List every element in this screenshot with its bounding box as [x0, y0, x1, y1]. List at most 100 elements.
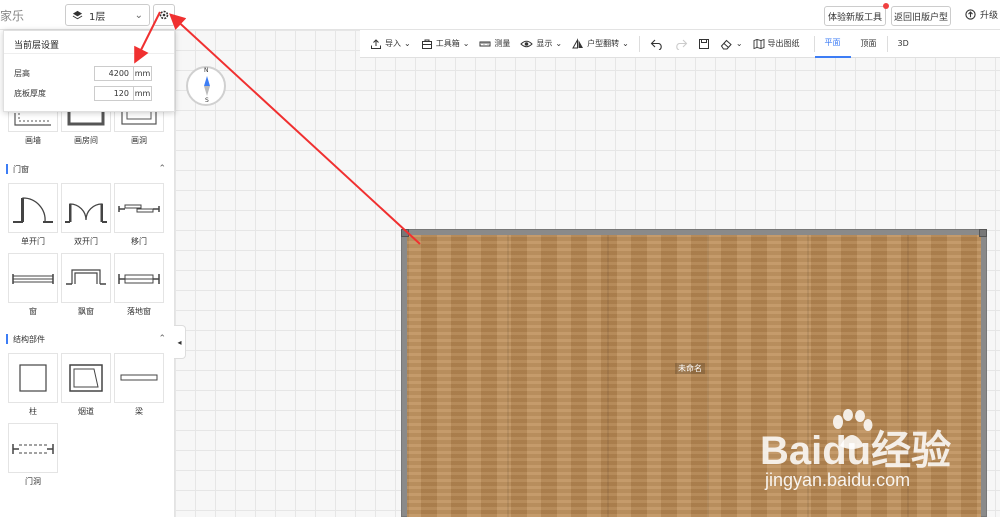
tool-beam[interactable]: 梁 — [113, 353, 165, 421]
tool-bay-window[interactable]: 飘窗 — [60, 253, 112, 321]
chevron-up-icon: ⌃ — [158, 334, 166, 344]
tool-label: 画墙 — [25, 136, 41, 145]
floor-height-input[interactable]: 4200 — [94, 65, 134, 81]
tool-window[interactable]: 窗 — [7, 253, 59, 321]
tool-label: 柱 — [29, 407, 37, 416]
tool-label: 窗 — [29, 307, 37, 316]
tool-label: 烟道 — [78, 407, 94, 416]
tab-plan[interactable]: 平面 — [814, 30, 851, 58]
toolbox-label: 工具箱 — [435, 39, 460, 48]
tool-flue[interactable]: 烟道 — [60, 353, 112, 421]
column-icon — [19, 364, 47, 392]
baidu-watermark: Baidu经验 jingyan.baidu.com — [760, 408, 990, 508]
floor-height-unit: mm — [134, 65, 152, 81]
slab-thickness-label: 底板厚度 — [14, 88, 46, 98]
collapse-panel-button[interactable]: ◂ — [174, 325, 186, 359]
layers-icon — [72, 10, 83, 19]
tool-door-opening[interactable]: 门洞 — [7, 423, 59, 491]
upgrade-button[interactable]: 升级 — [965, 8, 998, 21]
tool-double-door[interactable]: 双开门 — [60, 183, 112, 251]
flip-button[interactable]: 户型翻转 ⌄ — [572, 37, 629, 50]
undo-icon — [650, 39, 662, 50]
measure-icon — [479, 41, 491, 46]
eraser-button[interactable]: ⌄ — [720, 38, 743, 50]
redo-button[interactable] — [674, 38, 688, 50]
chevron-down-icon: ⌄ — [462, 39, 470, 48]
chevron-down-icon: ⌄ — [622, 39, 629, 48]
watermark-sub: jingyan.baidu.com — [765, 470, 911, 490]
flip-icon — [572, 37, 584, 48]
export-drawing-button[interactable]: 导出图纸 — [753, 38, 800, 50]
section-title: 结构部件 — [13, 334, 45, 344]
display-button[interactable]: 显示 ⌄ — [520, 38, 562, 50]
wall-corner-handle[interactable] — [401, 229, 409, 237]
measure-button[interactable]: 测量 — [479, 38, 510, 50]
tool-label: 单开门 — [21, 237, 45, 246]
toolbox-button[interactable]: 工具箱 ⌄ — [421, 38, 470, 50]
tool-label: 移门 — [131, 237, 147, 246]
chevron-down-icon: ⌄ — [735, 39, 743, 48]
sliding-door-icon — [118, 204, 160, 213]
map-icon — [753, 38, 764, 49]
import-label: 导入 — [385, 39, 401, 48]
compass-south: S — [205, 97, 209, 104]
tool-column[interactable]: 柱 — [7, 353, 59, 421]
room-name-label[interactable]: 未命名 — [675, 363, 705, 374]
tool-single-door[interactable]: 单开门 — [7, 183, 59, 251]
redo-icon — [676, 39, 688, 50]
compass[interactable]: N S — [186, 66, 226, 106]
tool-label: 落地窗 — [127, 307, 151, 316]
tool-label: 梁 — [135, 407, 143, 416]
chevron-up-icon: ⌃ — [158, 164, 166, 174]
tab-ceiling[interactable]: 顶面 — [851, 30, 887, 58]
eraser-icon — [720, 39, 732, 49]
gear-icon — [159, 10, 169, 20]
back-old-type-button[interactable]: 返回旧版户型 — [891, 6, 951, 26]
chevron-down-icon: ⌄ — [134, 9, 143, 21]
floor-select[interactable]: 1层 ⌄ — [65, 4, 150, 26]
top-bar: 家乐 1层 ⌄ 体验新版工具 返回旧版户型 升级 — [0, 0, 1000, 30]
save-icon — [698, 38, 709, 49]
slab-thickness-row: 底板厚度 120 mm — [14, 85, 164, 101]
upgrade-arrow-icon — [965, 9, 976, 20]
chevron-down-icon: ⌄ — [555, 39, 563, 48]
undo-button[interactable] — [650, 38, 664, 50]
tool-sliding-door[interactable]: 移门 — [113, 183, 165, 251]
back-old-type-label: 返回旧版户型 — [893, 12, 948, 23]
section-structure[interactable]: 结构部件 ⌃ — [6, 331, 166, 347]
canvas-toolbar: 导入 ⌄ 工具箱 ⌄ 测量 显示 ⌄ 户型翻转 ⌄ ⌄ 导出图纸 平面 顶面 3… — [360, 30, 1000, 58]
beam-icon — [120, 374, 158, 381]
upgrade-label: 升级 — [980, 11, 999, 21]
wall-corner-handle[interactable] — [979, 229, 987, 237]
notification-dot — [883, 3, 889, 9]
tab-3d[interactable]: 3D — [888, 30, 919, 58]
chevron-down-icon: ⌄ — [404, 39, 411, 48]
section-doors-windows[interactable]: 门窗 ⌃ — [6, 161, 166, 177]
brand-text: 家乐 — [0, 9, 25, 23]
export-drawing-label: 导出图纸 — [767, 39, 800, 48]
slab-thickness-unit: mm — [134, 85, 152, 101]
floor-settings-popup: 当前层设置 层高 4200 mm 底板厚度 120 mm — [3, 30, 175, 112]
try-new-tool-label: 体验新版工具 — [827, 12, 882, 23]
save-button[interactable] — [698, 38, 710, 50]
floor-select-value: 1层 — [89, 11, 106, 23]
section-title: 门窗 — [13, 164, 29, 174]
popup-title: 当前层设置 — [14, 41, 60, 51]
toolbox-icon — [421, 39, 432, 49]
floor-settings-button[interactable] — [153, 4, 175, 26]
floor-height-label: 层高 — [14, 68, 30, 78]
tool-french-window[interactable]: 落地窗 — [113, 253, 165, 321]
import-button[interactable]: 导入 ⌄ — [370, 38, 411, 50]
flip-label: 户型翻转 — [587, 39, 620, 48]
tool-label: 画洞 — [131, 136, 147, 145]
import-icon — [371, 38, 381, 49]
measure-label: 测量 — [494, 39, 511, 48]
try-new-tool-button[interactable]: 体验新版工具 — [824, 3, 889, 26]
eye-icon — [520, 40, 534, 47]
slab-thickness-input[interactable]: 120 — [94, 85, 134, 101]
collapse-left-icon: ◂ — [177, 337, 182, 347]
compass-needle-icon — [204, 76, 210, 96]
watermark-main: Baidu经验 — [760, 429, 952, 473]
single-door-icon — [13, 197, 53, 223]
floor-height-row: 层高 4200 mm — [14, 65, 164, 81]
